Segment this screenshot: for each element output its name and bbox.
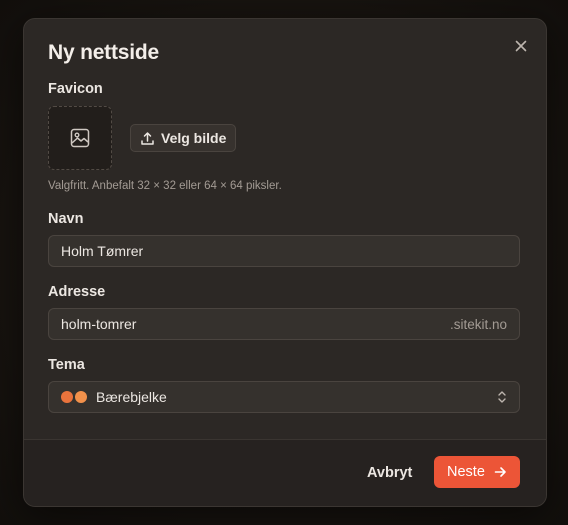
upload-icon — [141, 131, 154, 145]
address-field-wrapper: .sitekit.no — [48, 308, 520, 340]
name-label: Navn — [48, 211, 84, 227]
next-button[interactable]: Neste — [434, 456, 520, 488]
address-label: Adresse — [48, 284, 106, 300]
next-button-label: Neste — [447, 464, 485, 480]
favicon-label: Favicon — [48, 81, 103, 97]
choose-image-button[interactable]: Velg bilde — [130, 124, 237, 152]
theme-select[interactable]: Bærebjelke — [48, 381, 520, 413]
image-icon — [70, 128, 90, 148]
cancel-button[interactable]: Avbryt — [359, 461, 420, 485]
close-icon — [515, 40, 527, 52]
name-input[interactable] — [61, 243, 507, 259]
choose-image-label: Velg bilde — [161, 130, 227, 146]
dialog-title: Ny nettside — [48, 41, 159, 64]
theme-swatch-secondary — [75, 391, 87, 403]
arrow-right-icon — [494, 467, 506, 477]
new-website-dialog: Ny nettside Favicon Velg bilde Valgfritt… — [23, 18, 547, 507]
dialog-footer: Avbryt Neste — [24, 439, 546, 506]
theme-selected-value: Bærebjelke — [96, 389, 167, 405]
close-button[interactable] — [510, 35, 532, 57]
chevron-up-down-icon — [498, 391, 506, 403]
theme-swatches — [61, 391, 87, 403]
name-field-wrapper — [48, 235, 520, 267]
favicon-hint: Valgfritt. Anbefalt 32 × 32 eller 64 × 6… — [48, 180, 282, 192]
favicon-preview[interactable] — [48, 106, 112, 170]
domain-suffix: .sitekit.no — [449, 316, 507, 332]
theme-swatch-primary — [61, 391, 73, 403]
address-input[interactable] — [61, 316, 442, 332]
theme-label: Tema — [48, 357, 85, 373]
